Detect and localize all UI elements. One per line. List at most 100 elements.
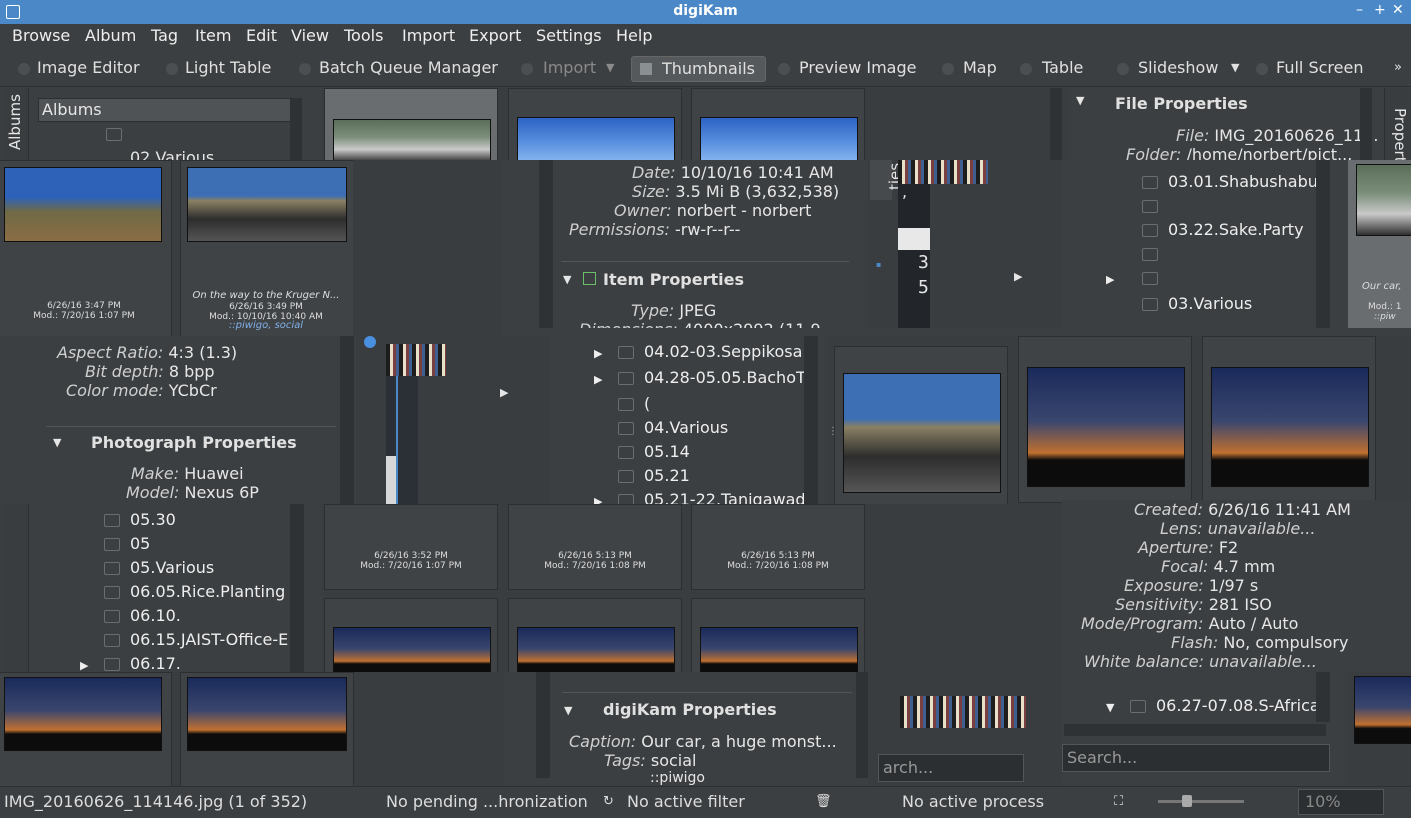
- album-tree-row[interactable]: [1128, 194, 1328, 218]
- album-tree-row[interactable]: ▶ 04.02-03.Seppikosa: [594, 340, 806, 366]
- menu-settings[interactable]: Settings: [536, 26, 602, 45]
- menu-export[interactable]: Export: [469, 26, 521, 45]
- scrollbar[interactable]: [340, 336, 354, 504]
- albums-side-tab[interactable]: Albums: [4, 88, 29, 160]
- light-table-button[interactable]: Light Table: [185, 56, 271, 80]
- thumbnail[interactable]: [0, 672, 172, 786]
- thumbnail[interactable]: 6/26/16 3:47 PM Mod.: 7/20/16 1:07 PM: [0, 160, 172, 336]
- expander-icon[interactable]: ▶: [594, 342, 618, 366]
- album-tree-row[interactable]: ▶ 04.28-05.05.BachoT: [594, 366, 806, 392]
- batch-queue-button[interactable]: Batch Queue Manager: [319, 56, 498, 80]
- thumbnail-image[interactable]: [517, 627, 675, 672]
- album-tree-row[interactable]: 03.22.Sake.Party: [1128, 218, 1328, 242]
- thumbnail-image[interactable]: [187, 167, 347, 242]
- zoom-slider-handle[interactable]: [1182, 795, 1192, 807]
- menu-album[interactable]: Album: [85, 26, 136, 45]
- thumbnail[interactable]: 6/26/16 3:52 PM Mod.: 7/20/16 1:07 PM: [324, 504, 498, 590]
- toolbar-overflow-button[interactable]: »: [1394, 56, 1402, 80]
- thumbnail-image[interactable]: [843, 373, 1001, 493]
- menu-tools[interactable]: Tools: [344, 26, 383, 45]
- thumbnail[interactable]: [324, 598, 498, 672]
- collapse-icon[interactable]: ▼: [564, 704, 572, 717]
- album-tree-row[interactable]: ▶ 05.21-22.Tanigawad: [594, 488, 806, 504]
- scrollbar[interactable]: [856, 672, 868, 778]
- trash-icon[interactable]: 🗑: [815, 794, 832, 809]
- thumbnail[interactable]: 6/26/16 5:13 PM Mod.: 7/20/16 1:08 PM: [508, 504, 682, 590]
- thumbnail-image[interactable]: [700, 627, 858, 672]
- album-tree-row[interactable]: (: [594, 392, 806, 416]
- thumbnail-image[interactable]: [1354, 676, 1411, 744]
- menu-item[interactable]: Item: [195, 26, 231, 45]
- thumbnail-image[interactable]: [4, 167, 162, 242]
- album-tree-row[interactable]: ▶: [1106, 266, 1328, 292]
- album-tree-row[interactable]: 05.14: [594, 440, 806, 464]
- minimize-icon[interactable]: –: [1356, 2, 1363, 18]
- digikam-properties-header[interactable]: digiKam Properties: [603, 700, 777, 719]
- import-button[interactable]: Import: [543, 56, 596, 80]
- album-tree-row[interactable]: ▼ 06.27-07.08.S-Africa: [1106, 694, 1320, 720]
- thumbnail-image[interactable]: [333, 119, 491, 160]
- thumbnail[interactable]: [1202, 336, 1376, 503]
- thumbnail-image[interactable]: [333, 627, 491, 672]
- side-tab-fragment[interactable]: ties: [870, 160, 904, 200]
- zoom-input[interactable]: 10%: [1298, 789, 1384, 815]
- search-input-fragment[interactable]: arch...: [878, 754, 1024, 782]
- thumbnail[interactable]: [691, 88, 865, 160]
- maximize-icon[interactable]: +: [1374, 2, 1386, 18]
- menu-tag[interactable]: Tag: [151, 26, 178, 45]
- thumbnail[interactable]: On the way to the Kruger N... 6/26/16 3:…: [180, 160, 353, 336]
- thumbnail-selected[interactable]: [324, 88, 498, 160]
- photograph-properties-header[interactable]: Photograph Properties: [91, 433, 297, 452]
- album-tree-row[interactable]: 05.Various: [80, 556, 288, 580]
- zoom-slider[interactable]: [1158, 800, 1244, 803]
- collapse-icon[interactable]: ▼: [53, 436, 61, 449]
- menu-view[interactable]: View: [291, 26, 329, 45]
- collapse-icon[interactable]: ▼: [563, 273, 571, 286]
- menu-help[interactable]: Help: [616, 26, 652, 45]
- collapse-icon[interactable]: ▼: [1076, 94, 1084, 107]
- import-dropdown-icon[interactable]: ▼: [606, 56, 614, 80]
- album-tree-scrollbar[interactable]: [290, 504, 304, 672]
- thumbnail[interactable]: [508, 88, 682, 160]
- album-tree-scrollbar[interactable]: [1316, 160, 1330, 328]
- thumbnail-edge[interactable]: [1348, 672, 1411, 786]
- file-properties-header[interactable]: File Properties: [1115, 94, 1248, 113]
- album-tree-row[interactable]: [1128, 242, 1328, 266]
- refresh-icon[interactable]: ↻: [603, 794, 614, 809]
- thumbnail[interactable]: 6/26/16 5:13 PM Mod.: 7/20/16 1:08 PM: [691, 504, 865, 590]
- expand-arrow-icon[interactable]: ▶: [500, 386, 508, 399]
- slideshow-dropdown-icon[interactable]: ▼: [1231, 56, 1239, 80]
- album-tree-row[interactable]: 06.15.JAIST-Office-E: [80, 628, 288, 652]
- expander-icon[interactable]: ▼: [1106, 696, 1130, 720]
- album-tree-row[interactable]: 05: [80, 532, 288, 556]
- album-tree-row[interactable]: 06.10.: [80, 604, 288, 628]
- thumbnail[interactable]: [180, 672, 354, 786]
- thumbnail-image[interactable]: [700, 117, 858, 160]
- slideshow-button[interactable]: Slideshow: [1138, 56, 1218, 80]
- horizontal-scrollbar[interactable]: [1064, 724, 1326, 736]
- album-tree-row[interactable]: 05.30: [80, 508, 288, 532]
- thumbnail-image[interactable]: [1211, 367, 1369, 487]
- scrollbar[interactable]: [536, 672, 550, 778]
- thumbnail[interactable]: [691, 598, 865, 672]
- albums-side-tab-strip[interactable]: [4, 504, 29, 672]
- scrollbar[interactable]: [539, 160, 553, 328]
- item-properties-header[interactable]: Item Properties: [603, 270, 744, 289]
- album-tree-row[interactable]: 03.Various: [1128, 292, 1328, 316]
- close-icon[interactable]: ✕: [1392, 2, 1404, 18]
- thumbnail[interactable]: [1018, 336, 1192, 503]
- album-tree-row[interactable]: 03.01.Shabushabu-I: [1128, 170, 1328, 194]
- image-editor-button[interactable]: Image Editor: [37, 56, 140, 80]
- albums-scrollbar[interactable]: [290, 98, 302, 160]
- menu-edit[interactable]: Edit: [246, 26, 277, 45]
- fit-icon[interactable]: ⛶: [1114, 794, 1123, 809]
- album-item[interactable]: 02.Various: [130, 148, 214, 160]
- thumbnail[interactable]: [834, 346, 1008, 504]
- expander-icon[interactable]: ▶: [594, 368, 618, 392]
- expander-icon[interactable]: ▶: [80, 654, 104, 672]
- album-tree-scrollbar[interactable]: [1316, 672, 1330, 722]
- properties-side-tab[interactable]: Properties: [1384, 88, 1411, 160]
- album-tree-row[interactable]: 05.21: [594, 464, 806, 488]
- expander-icon[interactable]: ▶: [1106, 268, 1142, 292]
- thumbnail-image[interactable]: [1027, 367, 1185, 487]
